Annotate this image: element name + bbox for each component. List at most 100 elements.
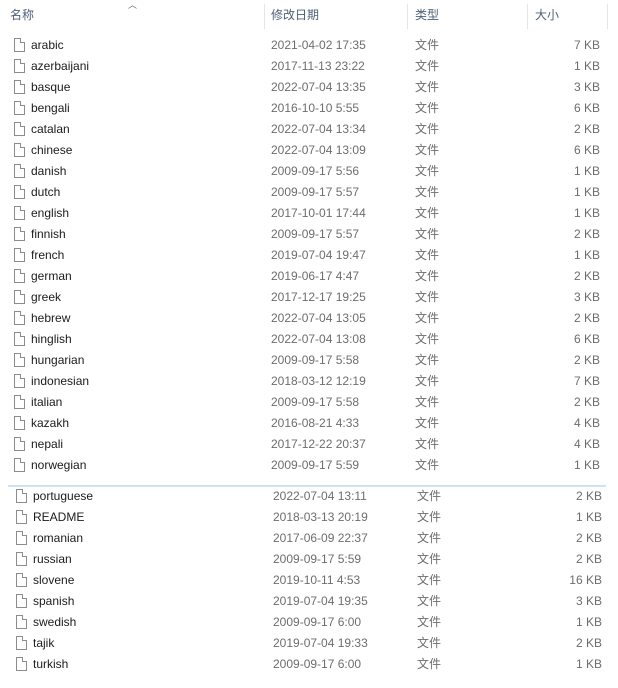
file-icon — [16, 510, 27, 524]
file-date: 2022-07-04 13:09 — [271, 143, 366, 157]
file-row[interactable]: nepali 2017-12-22 20:37 文件 4 KB — [0, 434, 618, 455]
file-row[interactable]: english 2017-10-01 17:44 文件 1 KB — [0, 203, 618, 224]
file-row[interactable]: danish 2009-09-17 5:56 文件 1 KB — [0, 161, 618, 182]
file-date: 2009-09-17 6:00 — [273, 657, 362, 671]
file-type: 文件 — [415, 437, 440, 451]
file-row[interactable]: greek 2017-12-17 19:25 文件 3 KB — [0, 287, 618, 308]
file-name: norwegian — [31, 458, 87, 472]
file-size: 4 KB — [573, 437, 600, 451]
file-name: catalan — [31, 122, 70, 136]
file-date: 2017-10-01 17:44 — [271, 206, 366, 220]
column-divider[interactable] — [607, 4, 608, 29]
file-name: greek — [31, 290, 62, 304]
file-row[interactable]: french 2019-07-04 19:47 文件 1 KB — [0, 245, 618, 266]
file-size: 2 KB — [573, 269, 600, 283]
file-type: 文件 — [415, 311, 440, 325]
file-size: 2 KB — [575, 531, 602, 545]
file-type: 文件 — [417, 573, 442, 587]
file-row[interactable]: turkish 2009-09-17 6:00 文件 1 KB — [0, 654, 618, 675]
file-type: 文件 — [417, 636, 442, 650]
file-date: 2019-10-11 4:53 — [273, 573, 361, 587]
file-icon — [14, 206, 25, 220]
file-size: 3 KB — [573, 290, 600, 304]
column-header-size[interactable]: 大小 — [525, 0, 607, 31]
file-size: 1 KB — [573, 164, 600, 178]
file-size: 7 KB — [573, 38, 600, 52]
file-row[interactable]: arabic 2021-04-02 17:35 文件 7 KB — [0, 35, 618, 56]
file-date: 2022-07-04 13:08 — [271, 332, 366, 346]
file-date: 2009-09-17 5:56 — [271, 164, 360, 178]
file-size: 2 KB — [575, 489, 602, 503]
column-header-date[interactable]: 修改日期 — [261, 0, 407, 31]
file-date: 2019-06-17 4:47 — [271, 269, 360, 283]
file-size: 3 KB — [575, 594, 602, 608]
file-type: 文件 — [415, 59, 440, 73]
file-type: 文件 — [417, 615, 442, 629]
column-header-date-label: 修改日期 — [271, 8, 320, 22]
file-icon — [14, 80, 25, 94]
file-type: 文件 — [415, 248, 440, 262]
file-name: kazakh — [31, 416, 70, 430]
file-row[interactable]: kazakh 2016-08-21 4:33 文件 4 KB — [0, 413, 618, 434]
file-row[interactable]: catalan 2022-07-04 13:34 文件 2 KB — [0, 119, 618, 140]
column-header-type[interactable]: 类型 — [405, 0, 527, 31]
file-row[interactable]: portuguese 2022-07-04 13:11 文件 2 KB — [0, 486, 618, 507]
file-row[interactable]: finnish 2009-09-17 5:57 文件 2 KB — [0, 224, 618, 245]
file-name: bengali — [31, 101, 70, 115]
file-row[interactable]: swedish 2009-09-17 6:00 文件 1 KB — [0, 612, 618, 633]
file-type: 文件 — [415, 269, 440, 283]
file-icon — [16, 615, 27, 629]
file-name: hebrew — [31, 311, 71, 325]
file-icon — [16, 594, 27, 608]
file-type: 文件 — [415, 80, 440, 94]
file-name: indonesian — [31, 374, 90, 388]
file-size: 6 KB — [573, 101, 600, 115]
file-row[interactable]: german 2019-06-17 4:47 文件 2 KB — [0, 266, 618, 287]
file-name: spanish — [33, 594, 75, 608]
file-date: 2009-09-17 5:59 — [273, 552, 362, 566]
file-date: 2018-03-13 20:19 — [273, 510, 368, 524]
file-row[interactable]: russian 2009-09-17 5:59 文件 2 KB — [0, 549, 618, 570]
file-size: 1 KB — [575, 510, 602, 524]
file-row[interactable]: README 2018-03-13 20:19 文件 1 KB — [0, 507, 618, 528]
file-row[interactable]: dutch 2009-09-17 5:57 文件 1 KB — [0, 182, 618, 203]
file-icon — [14, 227, 25, 241]
file-row[interactable]: tajik 2019-07-04 19:33 文件 2 KB — [0, 633, 618, 654]
file-icon — [14, 164, 25, 178]
file-row[interactable]: hinglish 2022-07-04 13:08 文件 6 KB — [0, 329, 618, 350]
file-icon — [14, 185, 25, 199]
file-size: 2 KB — [575, 636, 602, 650]
file-date: 2017-06-09 22:37 — [273, 531, 368, 545]
file-type: 文件 — [415, 416, 440, 430]
file-date: 2017-12-17 19:25 — [271, 290, 366, 304]
file-row[interactable]: norwegian 2009-09-17 5:59 文件 1 KB — [0, 455, 618, 476]
file-row[interactable]: basque 2022-07-04 13:35 文件 3 KB — [0, 77, 618, 98]
file-name: italian — [31, 395, 63, 409]
file-row[interactable]: bengali 2016-10-10 5:55 文件 6 KB — [0, 98, 618, 119]
column-header-bar: 名称 ︿ 修改日期 类型 大小 — [0, 0, 618, 31]
file-icon — [14, 458, 25, 472]
file-row[interactable]: hungarian 2009-09-17 5:58 文件 2 KB — [0, 350, 618, 371]
file-type: 文件 — [415, 164, 440, 178]
file-size: 3 KB — [573, 80, 600, 94]
file-row[interactable]: azerbaijani 2017-11-13 23:22 文件 1 KB — [0, 56, 618, 77]
file-date: 2019-07-04 19:33 — [273, 636, 368, 650]
file-row[interactable]: spanish 2019-07-04 19:35 文件 3 KB — [0, 591, 618, 612]
file-type: 文件 — [417, 510, 442, 524]
file-type: 文件 — [415, 101, 440, 115]
file-date: 2009-09-17 5:57 — [271, 185, 360, 199]
column-header-name-label: 名称 — [10, 8, 35, 22]
file-date: 2009-09-17 5:58 — [271, 395, 360, 409]
sort-ascending-icon: ︿ — [128, 0, 138, 10]
file-row[interactable]: slovene 2019-10-11 4:53 文件 16 KB — [0, 570, 618, 591]
file-row[interactable]: chinese 2022-07-04 13:09 文件 6 KB — [0, 140, 618, 161]
file-size: 7 KB — [573, 374, 600, 388]
file-name: german — [31, 269, 72, 283]
file-row[interactable]: italian 2009-09-17 5:58 文件 2 KB — [0, 392, 618, 413]
file-type: 文件 — [415, 395, 440, 409]
file-name: hungarian — [31, 353, 85, 367]
file-name: nepali — [31, 437, 64, 451]
file-row[interactable]: romanian 2017-06-09 22:37 文件 2 KB — [0, 528, 618, 549]
file-row[interactable]: hebrew 2022-07-04 13:05 文件 2 KB — [0, 308, 618, 329]
file-row[interactable]: indonesian 2018-03-12 12:19 文件 7 KB — [0, 371, 618, 392]
